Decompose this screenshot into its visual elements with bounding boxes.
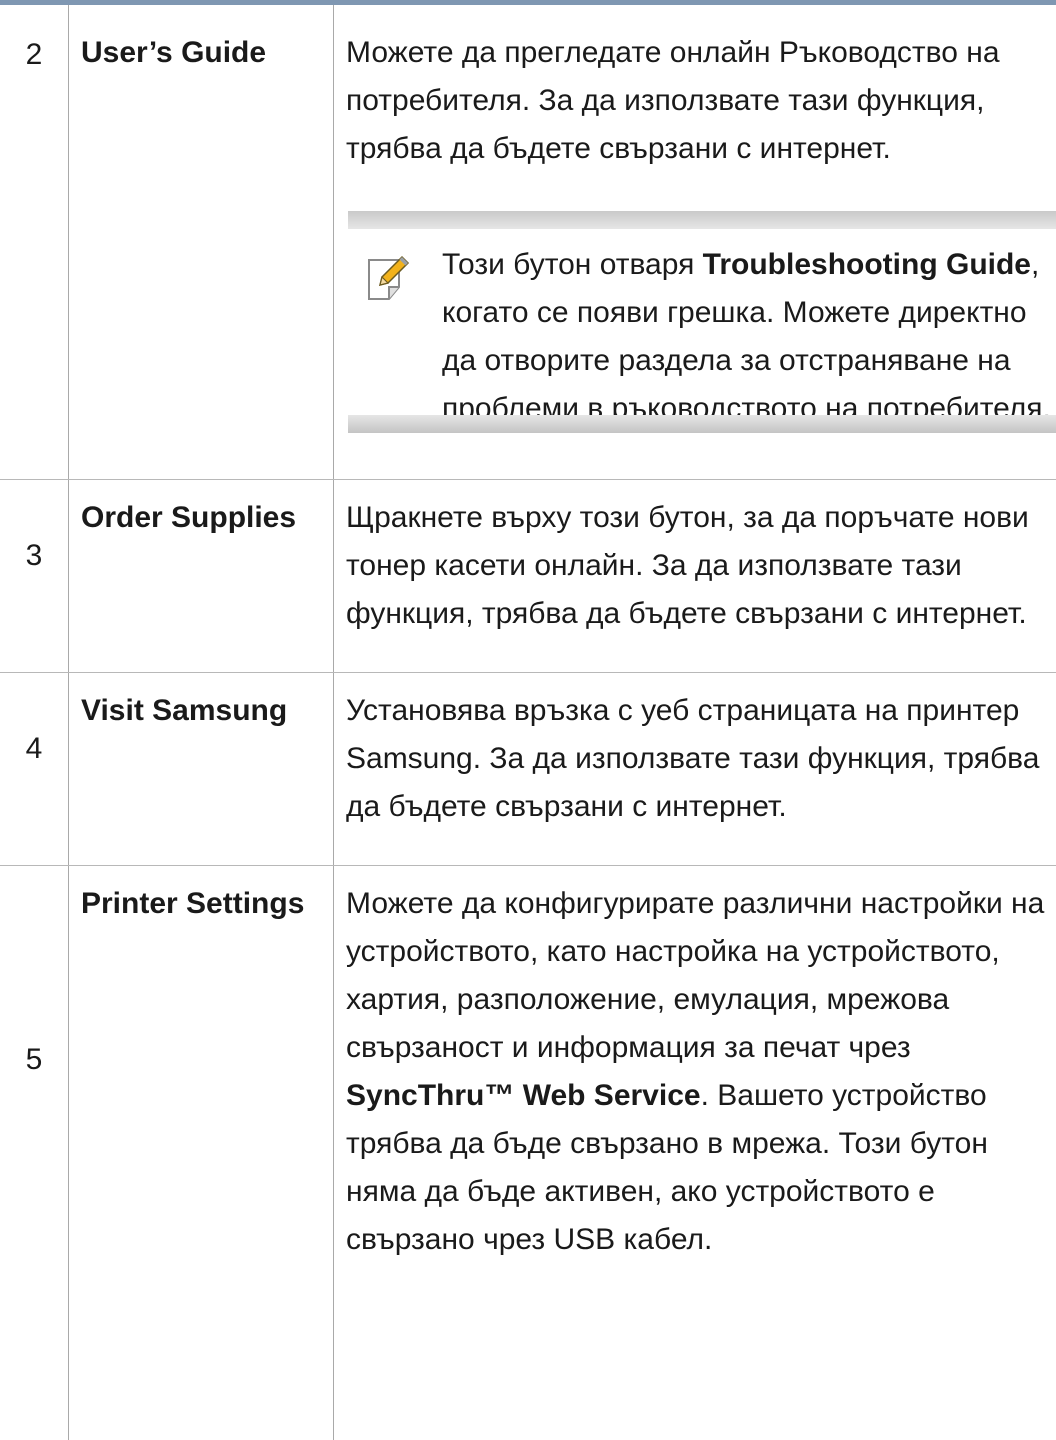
description-text: Можете да прегледате онлайн Ръководство …	[346, 29, 1050, 173]
note-bar-top	[348, 211, 1056, 229]
button-name: Visit Samsung	[69, 673, 334, 866]
row-number: 2	[0, 5, 69, 480]
buttons-table: 2 User’s Guide Можете да прегледате онла…	[0, 5, 1056, 1440]
row-number: 5	[0, 866, 69, 1440]
description-text: Щракнете върху този бутон, за да поръчат…	[334, 480, 1056, 673]
table-row: 2 User’s Guide Можете да прегледате онла…	[0, 5, 1056, 480]
button-name: User’s Guide	[69, 5, 334, 480]
table-row: 3 Order Supplies Щракнете върху този бут…	[0, 480, 1056, 673]
table-row: 4 Visit Samsung Установява връзка с уеб …	[0, 673, 1056, 866]
description-cell: Можете да конфигурирате различни настрой…	[334, 866, 1056, 1440]
description-bold: SyncThru™ Web Service	[346, 1079, 701, 1112]
note-text: Този бутон отваря Troubleshooting Guide,…	[442, 241, 1052, 433]
note-box: Този бутон отваря Troubleshooting Guide,…	[348, 211, 1056, 421]
row-number: 4	[0, 673, 69, 866]
note-bar-bottom	[348, 415, 1056, 433]
description-text: Установява връзка с уеб страницата на пр…	[334, 673, 1056, 866]
note-bold: Troubleshooting Guide	[703, 248, 1031, 281]
button-name: Printer Settings	[69, 866, 334, 1440]
note-prefix: Този бутон отваря	[442, 248, 703, 281]
manual-page: 2 User’s Guide Можете да прегледате онла…	[0, 0, 1056, 1138]
button-name: Order Supplies	[69, 480, 334, 673]
description-prefix: Можете да конфигурирате различни настрой…	[346, 887, 1044, 1064]
description-cell: Можете да прегледате онлайн Ръководство …	[334, 5, 1056, 480]
row-number: 3	[0, 480, 69, 673]
table-row: 5 Printer Settings Можете да конфигурира…	[0, 866, 1056, 1440]
note-pencil-icon	[366, 255, 410, 303]
